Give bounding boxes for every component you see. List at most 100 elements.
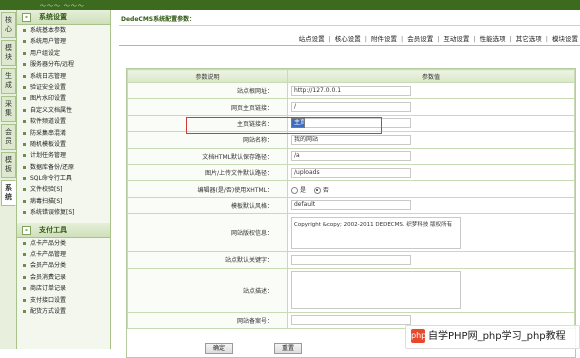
bullet-icon: [23, 264, 26, 268]
nav-tab[interactable]: 互动设置: [443, 35, 469, 43]
collapse-icon[interactable]: -: [22, 13, 31, 22]
column-header-label: 参数说明: [127, 69, 288, 83]
bullet-icon: [23, 108, 26, 112]
html-path-input[interactable]: /a: [291, 151, 411, 162]
sidebar-item[interactable]: 图片水印设置: [17, 93, 110, 104]
xhtml-no-label: 否: [322, 186, 329, 194]
xhtml-yes-radio[interactable]: [291, 186, 298, 194]
sidebar-item[interactable]: 系统错误修复[S]: [17, 207, 110, 218]
sidebar-item[interactable]: 会员消费记录: [17, 272, 110, 283]
sidebar-item[interactable]: 支付接口设置: [17, 295, 110, 306]
bullet-icon: [23, 74, 26, 78]
section-title: 系统设置: [39, 13, 67, 21]
highlight-box: [186, 117, 382, 134]
bullet-icon: [23, 85, 26, 89]
php-logo-icon: php: [411, 329, 426, 343]
bullet-icon: [23, 253, 26, 257]
sidebar-item[interactable]: 文件校验[S]: [17, 184, 110, 195]
collapse-icon[interactable]: -: [22, 225, 31, 235]
sidebar-item[interactable]: 用户组设定: [17, 48, 110, 59]
row-copyright: 网站版权信息： Copyright &copy; 2002-2011 DEDEC…: [127, 213, 575, 253]
sidebar-section-payment-tools[interactable]: - 支付工具: [17, 222, 110, 238]
sidebar-item[interactable]: 商店订单记录: [17, 283, 110, 294]
row-label: 网站备案号：: [127, 311, 288, 329]
nav-tab[interactable]: 模块设置: [552, 35, 578, 43]
nav-separator: |: [364, 35, 367, 43]
tab-collect[interactable]: 采集: [1, 96, 16, 122]
keywords-input[interactable]: [291, 254, 411, 265]
bullet-icon: [23, 241, 26, 245]
tab-generate[interactable]: 生成: [1, 68, 16, 94]
bullet-icon: [23, 51, 26, 55]
bullet-icon: [23, 188, 26, 192]
icp-input[interactable]: [291, 315, 411, 326]
sidebar-item[interactable]: 点卡产品管理: [17, 249, 110, 260]
sidebar-item[interactable]: 防采集串混淆: [17, 128, 110, 139]
bullet-icon: [23, 177, 26, 181]
sidebar-item[interactable]: SQL命令行工具: [17, 173, 110, 184]
sidebar-item-label: 点卡产品分类: [30, 239, 67, 247]
sidebar-list-payment: 点卡产品分类 点卡产品管理 会员产品分类 会员消费记录 商店订单记录支付接口设置 配货方式…: [17, 238, 110, 318]
copyright-textarea[interactable]: Copyright &copy; 2002-2011 DEDECMS. 织梦科技…: [291, 216, 461, 249]
page-title: DedeCMS系统配置参数：: [119, 13, 580, 26]
sidebar-item-label: 用户组设定: [30, 49, 61, 57]
nav-tab[interactable]: 性能选项: [480, 35, 506, 43]
home-link-input[interactable]: /: [291, 102, 411, 113]
site-url-input[interactable]: http://127.0.0.1: [291, 85, 411, 96]
tab-core[interactable]: 核心: [1, 12, 16, 38]
sidebar-item-label: SQL命令行工具: [30, 175, 72, 183]
sidebar-item[interactable]: 系统用户管理: [17, 36, 110, 47]
sidebar-item[interactable]: 病毒扫描[S]: [17, 196, 110, 207]
nav-tab[interactable]: 其它选项: [516, 35, 542, 43]
sidebar-item[interactable]: 自定义文档属性: [17, 105, 110, 116]
tab-system[interactable]: 系统: [1, 180, 16, 206]
sidebar-item[interactable]: 系统基本参数: [17, 25, 110, 36]
sidebar-item-label: 系统错误修复[S]: [30, 209, 75, 217]
row-label: 模板默认风格：: [127, 196, 288, 215]
upload-path-input[interactable]: /uploads: [291, 167, 411, 178]
sidebar-item[interactable]: 软件频道设置: [17, 116, 110, 127]
nav-tab[interactable]: 附件设置: [371, 35, 397, 43]
sidebar-item[interactable]: 配货方式设置: [17, 306, 110, 317]
main-content: DedeCMS系统配置参数： 站点设置 | 核心设置 | 附件设置 | 会员设置 | 互动设置 |…: [111, 10, 580, 358]
sidebar-item[interactable]: 随机模板设置: [17, 139, 110, 150]
bullet-icon: [23, 97, 26, 101]
template-style-input[interactable]: default: [291, 200, 411, 211]
nav-separator: |: [545, 35, 548, 43]
sidebar-item-label: 软件频道设置: [30, 118, 67, 126]
row-label: 网页主页链接：: [127, 98, 288, 116]
sidebar-item-label: 文件校验[S]: [30, 186, 63, 194]
column-header-value: 参数值: [287, 69, 575, 83]
sidebar-item[interactable]: 会员产品分类: [17, 260, 110, 271]
sidebar-item-label: 配货方式设置: [30, 307, 67, 315]
site-name-input[interactable]: 我的网站: [291, 134, 411, 145]
tab-member[interactable]: 会员: [1, 124, 16, 150]
tab-template[interactable]: 模板: [1, 152, 16, 178]
sidebar-item[interactable]: 系统日志管理: [17, 71, 110, 82]
sidebar-item[interactable]: 服务器分布/远程: [17, 59, 110, 70]
nav-tab[interactable]: 站点设置: [299, 35, 325, 43]
tab-module[interactable]: 模块: [1, 40, 16, 66]
sidebar-item[interactable]: 点卡产品分类: [17, 238, 110, 249]
sidebar-item-label: 点卡产品管理: [30, 251, 67, 259]
sidebar-item[interactable]: 验证安全设置: [17, 82, 110, 93]
sidebar-item[interactable]: 计划任务管理: [17, 150, 110, 161]
sidebar-item-label: 支付接口设置: [30, 296, 67, 304]
nav-tab[interactable]: 核心设置: [335, 35, 361, 43]
sidebar-item-label: 系统基本参数: [30, 27, 67, 34]
row-site-name: 网站名称： 我的网站: [127, 131, 575, 149]
sidebar-item[interactable]: 数据库备份/还原: [17, 162, 110, 173]
bullet-icon: [23, 309, 26, 313]
xhtml-no-radio[interactable]: [313, 186, 321, 194]
row-label: 编辑器(是/否)使用XHTML：: [127, 180, 288, 198]
row-template-style: 模板默认风格： default: [127, 196, 575, 215]
xhtml-yes-label: 是: [300, 186, 307, 194]
sidebar-section-system-settings[interactable]: - 系统设置: [17, 10, 110, 25]
nav-tab[interactable]: 会员设置: [407, 35, 433, 43]
description-textarea[interactable]: [291, 271, 461, 310]
sidebar-item-label: 防采集串混淆: [30, 129, 67, 137]
nav-separator: |: [509, 35, 512, 43]
row-label: 站点根网址：: [127, 81, 288, 100]
bullet-icon: [23, 211, 26, 215]
sidebar-item-label: 病毒扫描[S]: [30, 197, 63, 205]
